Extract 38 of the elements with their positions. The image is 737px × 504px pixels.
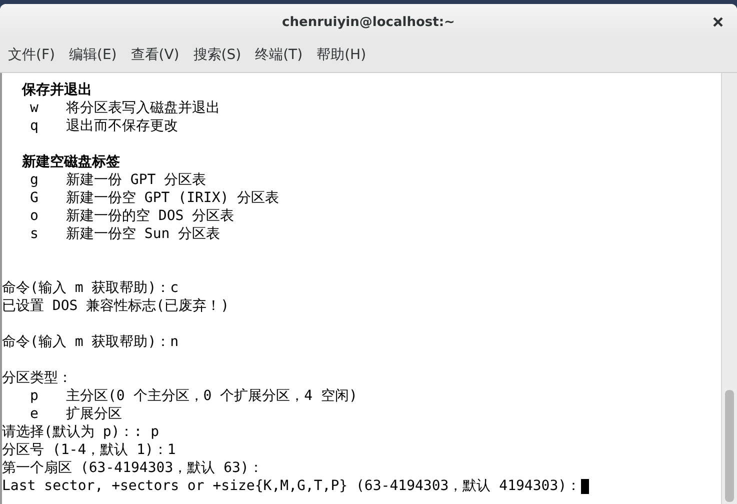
option-description: 新建一份空 GPT (IRIX) 分区表	[66, 189, 280, 207]
option-description: 新建一份的空 DOS 分区表	[66, 207, 234, 225]
option-key: e	[30, 405, 66, 423]
option-key: g	[30, 171, 66, 189]
window-title: chenruiyin@localhost:~	[282, 14, 455, 30]
option-description: 退出而不保存更改	[66, 117, 178, 135]
scrollbar[interactable]	[721, 73, 737, 504]
option-description: 新建一份空 Sun 分区表	[66, 225, 220, 243]
menu-item[interactable]: 终端(T)	[255, 44, 303, 66]
terminal-line: 请选择(默认为 p)：: p	[2, 423, 160, 441]
menu-item[interactable]: 文件(F)	[8, 44, 55, 66]
terminal-line: 已设置 DOS 兼容性标志(已废弃！)	[2, 297, 230, 315]
terminal-line: 命令(输入 m 获取帮助)：n	[2, 333, 179, 351]
terminal-line: 分区号 (1-4，默认 1)：1	[2, 441, 176, 459]
option-description: 将分区表写入磁盘并退出	[66, 99, 220, 117]
option-key: o	[30, 207, 66, 225]
menu-item[interactable]: 查看(V)	[130, 44, 180, 66]
terminal-line: 命令(输入 m 获取帮助)：c	[2, 279, 179, 297]
terminal-line: 第一个扇区 (63-4194303，默认 63)：	[2, 459, 263, 477]
option-key: w	[30, 99, 66, 117]
menu-item[interactable]: 编辑(E)	[68, 44, 117, 66]
option-description: 新建一份 GPT 分区表	[66, 171, 206, 189]
section-heading: 保存并退出	[20, 81, 92, 99]
option-description: 主分区(0 个主分区，0 个扩展分区，4 空闲)	[66, 387, 358, 405]
option-key: q	[30, 117, 66, 135]
terminal-line: Last sector, +sectors or +size{K,M,G,T,P} (63-4194303，默认 4194303)：	[2, 477, 581, 495]
terminal-line: 分区类型：	[2, 369, 72, 387]
option-key: s	[30, 225, 66, 243]
scrollbar-thumb[interactable]	[725, 390, 734, 502]
text-cursor	[580, 479, 589, 494]
option-description: 扩展分区	[66, 405, 122, 423]
menu-item[interactable]: 帮助(H)	[316, 44, 366, 66]
option-key: p	[30, 387, 66, 405]
option-key: G	[30, 189, 66, 207]
close-icon	[711, 15, 725, 29]
section-heading: 新建空磁盘标签	[21, 153, 120, 171]
menu-item[interactable]: 搜索(S)	[193, 44, 242, 66]
close-button[interactable]	[711, 15, 725, 29]
